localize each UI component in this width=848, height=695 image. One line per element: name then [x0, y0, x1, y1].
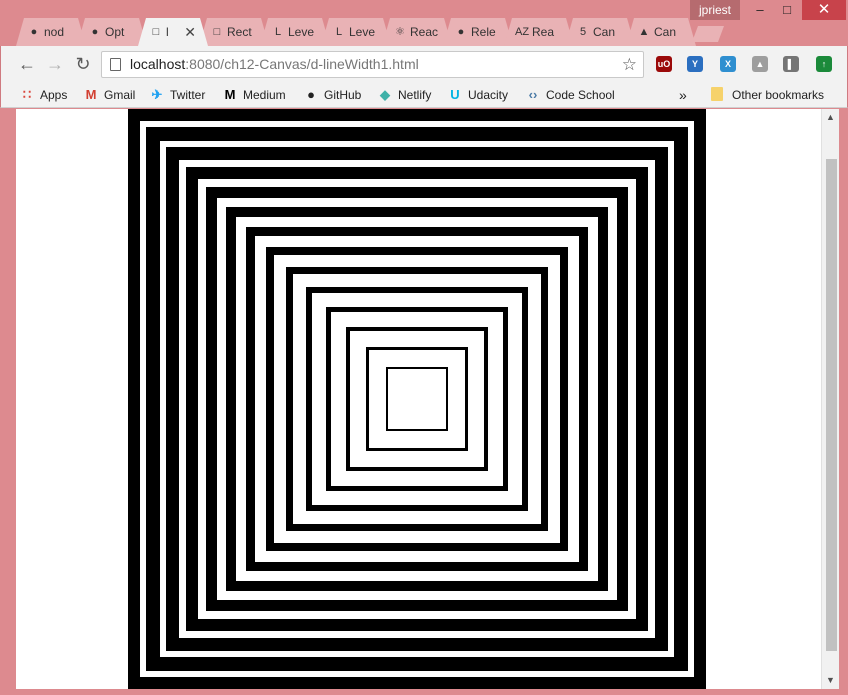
- scroll-thumb[interactable]: [826, 159, 837, 651]
- tab-label: Opt: [105, 25, 125, 39]
- bookmark-github[interactable]: ● GitHub: [303, 86, 361, 104]
- tab-label: Rele: [471, 25, 496, 39]
- tab-label: Leve: [349, 25, 376, 39]
- close-tab-icon[interactable]: ✕: [184, 18, 196, 46]
- address-bar[interactable]: localhost:8080/ch12-Canvas/d-lineWidth1.…: [101, 51, 644, 78]
- cross-extension-icon[interactable]: X: [720, 56, 736, 72]
- close-window-button[interactable]: ✕: [802, 0, 846, 20]
- tab-label: Can: [654, 25, 677, 39]
- url-path: :8080/ch12-Canvas/d-lineWidth1.html: [185, 56, 419, 72]
- minimize-button[interactable]: –: [745, 0, 775, 20]
- tab-label: nod: [44, 25, 65, 39]
- drive-icon[interactable]: ▲: [752, 56, 768, 72]
- bookmark-label: Apps: [40, 88, 68, 102]
- tab-label: Can: [593, 25, 616, 39]
- bookmark-gmail[interactable]: M Gmail: [83, 86, 136, 104]
- back-button[interactable]: ←: [17, 54, 37, 74]
- folder-icon: [711, 87, 723, 101]
- page-icon: □: [152, 26, 160, 38]
- tab-label: Rect: [227, 25, 252, 39]
- page-content: [16, 109, 821, 689]
- level-up-icon: L: [274, 26, 282, 38]
- tab-2[interactable]: □ l ✕: [138, 18, 208, 46]
- vertical-scrollbar[interactable]: ▲ ▼: [821, 109, 839, 689]
- y-extension-icon[interactable]: Y: [687, 56, 703, 72]
- tab-7[interactable]: ● Rele: [443, 18, 513, 46]
- other-bookmarks-label: Other bookmarks: [732, 88, 825, 102]
- title-bar: jpriest – □ ✕ ● nod ● Opt □ l ✕ □ Rect L Leve L Leve…: [0, 0, 848, 46]
- canvas-square-12: [386, 367, 448, 431]
- other-bookmarks[interactable]: Other bookmarks: [711, 86, 824, 104]
- level-up-icon: L: [335, 26, 343, 38]
- tab-label: Rea: [532, 25, 555, 39]
- bookmark-twitter[interactable]: ✈ Twitter: [149, 86, 206, 104]
- twitter-icon: ✈: [151, 87, 163, 102]
- panel-icon[interactable]: ▌: [783, 56, 799, 72]
- maximize-button[interactable]: □: [772, 0, 802, 20]
- bookmark-label: Medium: [243, 88, 286, 102]
- tab-label: Reac: [410, 25, 439, 39]
- github-icon: ●: [30, 26, 38, 38]
- tab-3[interactable]: □ Rect: [199, 18, 269, 46]
- bookmarks-overflow-button[interactable]: »: [679, 86, 687, 104]
- bookmark-code-school[interactable]: ‹› Code School: [525, 86, 615, 104]
- github-icon: ●: [307, 87, 315, 102]
- window-frame-left: [0, 108, 16, 695]
- gmail-icon: M: [85, 87, 97, 102]
- ublock-icon[interactable]: uO: [656, 56, 672, 72]
- bookmark-label: Gmail: [104, 88, 136, 102]
- netlify-icon: ◆: [380, 87, 390, 102]
- bookmark-label: GitHub: [324, 88, 362, 102]
- bookmark-medium[interactable]: M Medium: [222, 86, 286, 104]
- scroll-up-arrow-icon[interactable]: ▲: [822, 109, 839, 126]
- url-host: localhost: [130, 56, 186, 72]
- bookmark-star-icon[interactable]: ☆: [622, 52, 637, 77]
- window-frame-bottom: [0, 689, 848, 695]
- bookmark-netlify[interactable]: ◆ Netlify: [377, 86, 431, 104]
- forward-button[interactable]: →: [45, 54, 65, 74]
- bookmarks-bar: ∷ Apps M Gmail ✈ Twitter M Medium ● GitHub ◆ Netlif…: [0, 82, 848, 108]
- medium-icon: M: [224, 87, 236, 102]
- tab-8[interactable]: AZ Rea: [504, 18, 574, 46]
- tab-label: Leve: [288, 25, 315, 39]
- tab-9[interactable]: 5 Can: [565, 18, 635, 46]
- profile-badge[interactable]: jpriest: [690, 0, 740, 20]
- canvas: [128, 109, 706, 689]
- browser-toolbar: ← → ↻ localhost:8080/ch12-Canvas/d-lineW…: [0, 46, 848, 82]
- tab-10[interactable]: ▲ Can: [626, 18, 696, 46]
- bookmark-label: Twitter: [170, 88, 206, 102]
- tab-1[interactable]: ● Opt: [77, 18, 147, 46]
- udacity-icon: U: [450, 87, 460, 102]
- github-icon: ●: [457, 26, 465, 38]
- bookmark-label: Code School: [546, 88, 615, 102]
- upload-icon[interactable]: ↑: [816, 56, 832, 72]
- code-icon: ‹›: [528, 87, 538, 102]
- github-icon: ●: [91, 26, 99, 38]
- tab-6[interactable]: ⚛ Reac: [382, 18, 452, 46]
- apps-grid-icon: ∷: [22, 87, 32, 102]
- window-frame-right: [839, 108, 848, 695]
- bookmark-label: Netlify: [398, 88, 432, 102]
- az-icon: AZ: [515, 26, 530, 38]
- tab-4[interactable]: L Leve: [260, 18, 330, 46]
- html5-icon: 5: [579, 26, 587, 38]
- tab-0[interactable]: ● nod: [16, 18, 86, 46]
- page-icon: □: [213, 26, 221, 38]
- bookmark-udacity[interactable]: U Udacity: [447, 86, 508, 104]
- page-icon: [110, 58, 121, 71]
- tab-5[interactable]: L Leve: [321, 18, 391, 46]
- tab-label: l: [166, 25, 169, 39]
- react-icon: ⚛: [395, 26, 405, 38]
- graduation-icon: ▲: [638, 26, 650, 38]
- bookmark-apps[interactable]: ∷ Apps: [19, 86, 68, 104]
- scroll-down-arrow-icon[interactable]: ▼: [822, 672, 839, 689]
- bookmark-label: Udacity: [468, 88, 509, 102]
- reload-button[interactable]: ↻: [73, 54, 93, 74]
- tab-strip: ● nod ● Opt □ l ✕ □ Rect L Leve L Leve ⚛ Reac ● Rele AZ Re…: [16, 18, 726, 46]
